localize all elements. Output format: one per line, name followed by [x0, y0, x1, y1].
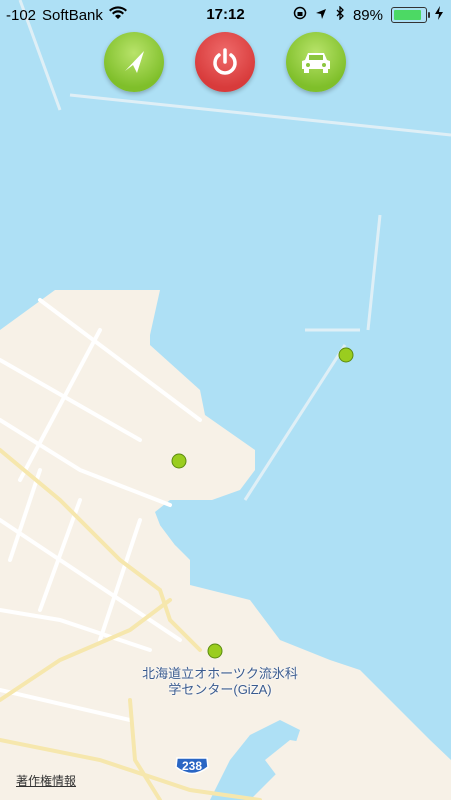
location-services-icon: [315, 7, 327, 24]
power-button[interactable]: [195, 32, 255, 92]
location-arrow-icon: [125, 51, 144, 73]
route-number: 238: [181, 759, 203, 773]
car-button[interactable]: [286, 32, 346, 92]
battery-percent: 89%: [352, 6, 383, 24]
car-icon: [302, 53, 330, 73]
poi-label-line1: 北海道立オホーツク流氷科: [142, 666, 298, 681]
route-shield: 238: [174, 756, 210, 778]
poi-label-line2: 学センター(GiZA): [168, 682, 272, 697]
legal-link[interactable]: 著作権情報: [16, 772, 76, 789]
navigate-button[interactable]: [104, 32, 164, 92]
poi-label[interactable]: 北海道立オホーツク流氷科 学センター(GiZA): [120, 666, 320, 698]
battery-fill: [394, 10, 421, 20]
power-icon: [213, 48, 237, 75]
bluetooth-icon: [335, 5, 345, 24]
charging-icon: [435, 6, 443, 24]
battery-icon: [391, 7, 430, 23]
status-right: 89%: [293, 5, 443, 24]
status-bar: -102 SoftBank 17:12 89%: [0, 0, 451, 30]
rotation-lock-icon: [293, 6, 307, 24]
